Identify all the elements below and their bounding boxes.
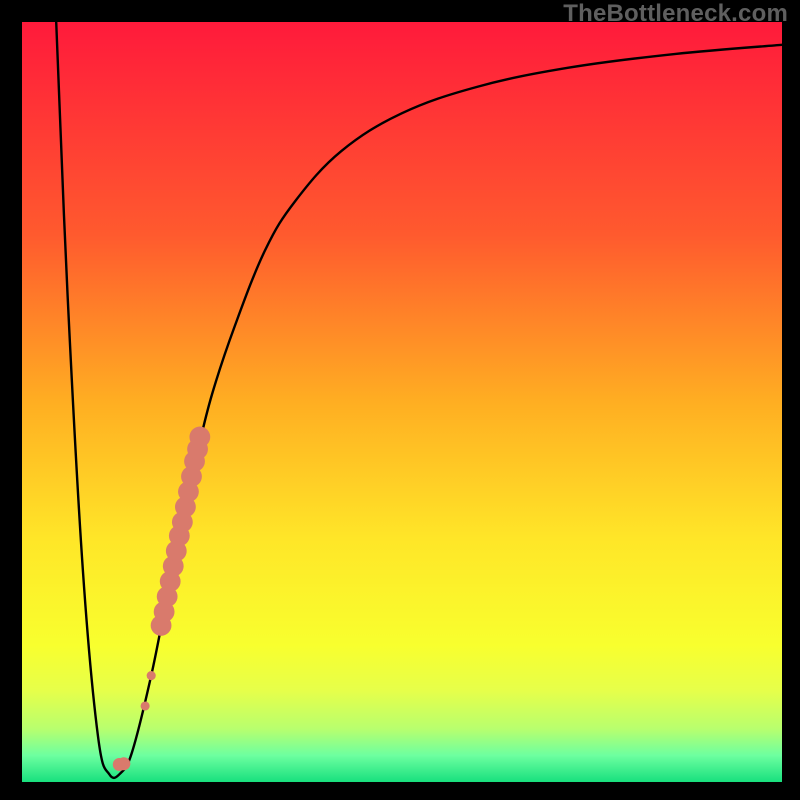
chart-frame: TheBottleneck.com: [0, 0, 800, 800]
marker-dot: [147, 671, 156, 680]
watermark-text: TheBottleneck.com: [563, 0, 788, 28]
marker-dot: [189, 427, 210, 448]
gradient-background: [22, 22, 782, 782]
chart-svg: [22, 22, 782, 782]
marker-dot: [141, 701, 150, 710]
marker-dot: [117, 757, 130, 770]
plot-area: [22, 22, 782, 782]
